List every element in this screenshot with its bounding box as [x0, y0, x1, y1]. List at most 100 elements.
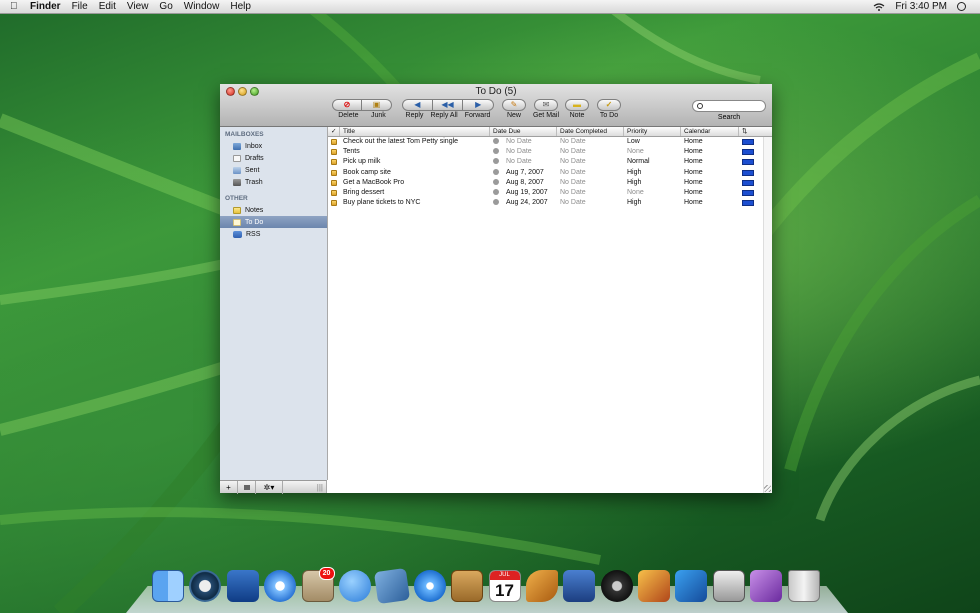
todo-checkbox[interactable]: [331, 169, 337, 176]
link-arrow-icon[interactable]: [493, 138, 499, 144]
note-button[interactable]: ▬: [565, 99, 589, 111]
mail-unread-badge: 20: [318, 567, 335, 580]
note-icon: ▬: [573, 100, 581, 109]
column-header-calendar[interactable]: Calendar: [681, 127, 739, 136]
column-header-date-completed[interactable]: Date Completed: [557, 127, 624, 136]
new-message-button[interactable]: ✎: [502, 99, 526, 111]
menu-edit[interactable]: Edit: [99, 1, 116, 12]
menu-help[interactable]: Help: [230, 1, 251, 12]
forward-label: Forward: [464, 112, 491, 119]
todo-checkbox[interactable]: [331, 149, 337, 156]
column-header-date-due[interactable]: Date Due: [490, 127, 557, 136]
link-arrow-icon[interactable]: [493, 168, 499, 175]
drafts-icon: [233, 154, 241, 162]
todo-date-due: Aug 8, 2007: [506, 178, 544, 186]
sidebar-item-sent[interactable]: Sent: [220, 164, 327, 176]
menu-clock[interactable]: Fri 3:40 PM: [895, 1, 947, 12]
get-mail-icon: ✉: [542, 100, 550, 109]
link-arrow-icon[interactable]: [493, 199, 499, 206]
ichat-icon[interactable]: [338, 570, 371, 602]
todo-checkbox[interactable]: [331, 179, 337, 186]
todo-checkbox[interactable]: [331, 139, 337, 145]
junk-button[interactable]: ▣: [362, 99, 392, 111]
iphoto-icon[interactable]: [374, 567, 411, 605]
table-row[interactable]: Check out the latest Tom Petty single No…: [328, 137, 772, 147]
finder-icon[interactable]: [152, 570, 184, 602]
mail-icon[interactable]: 20: [301, 567, 335, 602]
time-machine-icon[interactable]: [189, 570, 222, 602]
reply-all-arrow-icon: ◀◀: [441, 100, 454, 109]
safari-icon[interactable]: [264, 570, 297, 602]
ical-icon[interactable]: JUL 17: [488, 570, 521, 602]
vertical-scrollbar[interactable]: [763, 137, 772, 493]
photo-booth-icon[interactable]: [638, 570, 671, 602]
column-header-priority[interactable]: Priority: [624, 127, 681, 136]
aperture-icon[interactable]: [600, 570, 633, 602]
menu-finder[interactable]: Finder: [30, 1, 61, 12]
wifi-icon[interactable]: [873, 2, 885, 11]
dashboard-icon[interactable]: [226, 570, 259, 602]
preview-icon[interactable]: [712, 570, 745, 602]
table-row[interactable]: Book camp site Aug 7, 2007 No Date High …: [328, 168, 772, 178]
show-photo-browser-button[interactable]: [238, 480, 256, 494]
mailbox-sidebar: MAILBOXES Inbox Drafts Sent Trash OTHER …: [220, 127, 328, 480]
column-header-sort[interactable]: ⇅: [739, 127, 772, 136]
sidebar-item-rss[interactable]: RSS: [220, 228, 327, 240]
sidebar-item-notes[interactable]: Notes: [220, 204, 327, 216]
todo-priority: None: [627, 188, 644, 196]
get-mail-group: ✉ Get Mail: [531, 99, 561, 120]
link-arrow-icon[interactable]: [493, 178, 499, 185]
todo-title: Tents: [343, 148, 360, 156]
link-arrow-icon[interactable]: [493, 188, 499, 195]
action-menu-button[interactable]: ✲▾: [256, 480, 283, 494]
table-row[interactable]: Buy plane tickets to NYC Aug 24, 2007 No…: [328, 198, 772, 208]
reply-button[interactable]: ◀: [402, 99, 433, 111]
sidebar-item-inbox[interactable]: Inbox: [220, 140, 327, 152]
todo-checkbox[interactable]: [331, 200, 337, 207]
menu-view[interactable]: View: [127, 1, 149, 12]
link-arrow-icon[interactable]: [493, 148, 499, 155]
column-header-done[interactable]: ✓: [328, 127, 340, 136]
menu-file[interactable]: File: [72, 1, 88, 12]
todo-group: ✓ To Do: [597, 99, 621, 120]
menu-go[interactable]: Go: [159, 1, 172, 12]
column-header-title[interactable]: Title: [340, 127, 490, 136]
trash-icon[interactable]: [787, 570, 820, 602]
inbox-icon: [233, 142, 241, 150]
link-arrow-icon[interactable]: [493, 158, 499, 165]
address-book-icon[interactable]: [451, 570, 484, 602]
mailboxes-header: MAILBOXES: [225, 131, 264, 138]
reply-all-button[interactable]: ◀◀: [432, 99, 464, 111]
menu-window[interactable]: Window: [184, 1, 220, 12]
todo-checkbox[interactable]: [331, 189, 337, 196]
apple-menu-icon[interactable]: : [10, 1, 22, 12]
sidebar-item-drafts[interactable]: Drafts: [220, 152, 327, 164]
todo-button[interactable]: ✓: [597, 99, 621, 111]
calendar-color-swatch: [742, 200, 754, 207]
window-resize-handle[interactable]: [764, 485, 771, 492]
table-row[interactable]: Bring dessert Aug 19, 2007 No Date None …: [328, 188, 772, 198]
new-label: New: [506, 112, 521, 119]
sidebar-item-trash[interactable]: Trash: [220, 176, 327, 188]
keynote-icon[interactable]: [563, 570, 596, 602]
sidebar-footer: + ✲▾ |||: [220, 480, 327, 494]
delete-button[interactable]: ⊘: [332, 99, 363, 111]
table-row[interactable]: Tents No Date No Date None Home: [328, 147, 772, 157]
todo-list: ✓ Title Date Due Date Completed Priority…: [328, 127, 772, 493]
todo-priority: High: [627, 178, 642, 186]
imovie-icon[interactable]: [675, 570, 708, 602]
search-input[interactable]: [692, 100, 766, 112]
get-mail-button[interactable]: ✉: [534, 99, 558, 111]
todo-checkbox[interactable]: [331, 159, 337, 166]
table-row[interactable]: Get a MacBook Pro Aug 8, 2007 No Date Hi…: [328, 178, 772, 188]
sidebar-resize-handle[interactable]: |||: [283, 481, 326, 494]
sidebar-item-todo[interactable]: To Do: [220, 216, 327, 228]
spotlight-icon[interactable]: [957, 2, 966, 11]
table-row[interactable]: Pick up milk No Date No Date Normal Home: [328, 157, 772, 167]
itunes-icon[interactable]: [413, 570, 446, 602]
garageband-icon[interactable]: [525, 570, 558, 602]
forward-button[interactable]: ▶: [463, 99, 494, 111]
add-mailbox-button[interactable]: +: [220, 480, 238, 494]
stack-icon[interactable]: [750, 570, 783, 602]
todo-title: Get a MacBook Pro: [343, 178, 405, 186]
